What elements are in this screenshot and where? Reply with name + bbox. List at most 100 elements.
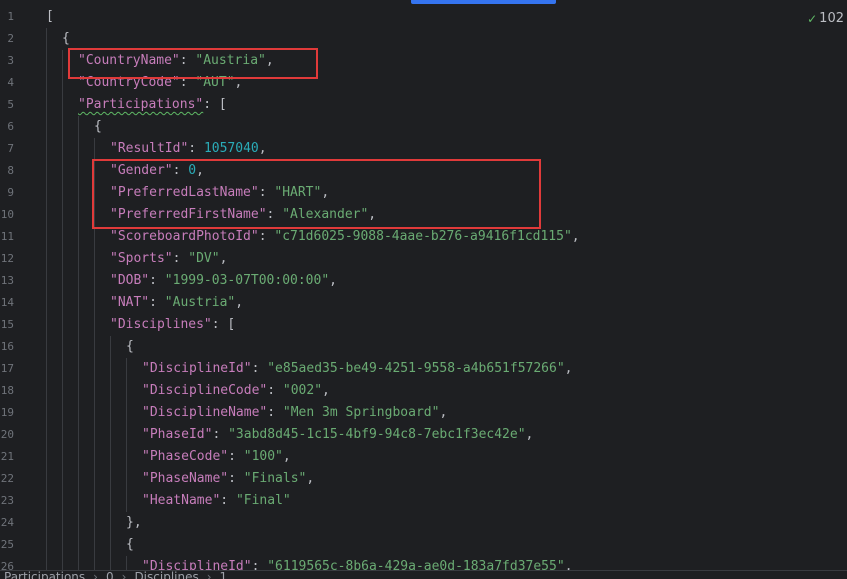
line-content: "DisciplineCode": "002", — [142, 380, 330, 402]
indent-guide — [78, 468, 79, 490]
indent-guide — [62, 402, 63, 424]
json-key: "ScoreboardPhotoId" — [110, 229, 259, 244]
code-line[interactable]: [ — [0, 6, 847, 28]
json-punctuation: , — [329, 273, 337, 288]
code-line[interactable]: "Participations": [ — [0, 94, 847, 116]
code-line[interactable]: { — [0, 534, 847, 556]
highlight-box-country — [68, 48, 318, 79]
line-content: "PhaseId": "3abd8d45-1c15-4bf9-94c8-7ebc… — [142, 424, 533, 446]
code-line[interactable]: { — [0, 336, 847, 358]
indent-guide — [126, 468, 127, 490]
code-area[interactable]: [{"CountryName": "Austria", "CountryCode"… — [0, 6, 847, 578]
line-content: [ — [46, 6, 54, 28]
code-line[interactable]: { — [0, 28, 847, 50]
indent-guide — [78, 358, 79, 380]
line-content: "ScoreboardPhotoId": "c71d6025-9088-4aae… — [110, 226, 580, 248]
code-line[interactable]: "HeatName": "Final" — [0, 490, 847, 512]
json-value: "Final" — [235, 493, 291, 508]
code-line[interactable]: "DOB": "1999-03-07T00:00:00", — [0, 270, 847, 292]
indent-guide — [62, 116, 63, 138]
indent-guide — [46, 28, 47, 50]
json-key: "ResultId" — [110, 141, 189, 156]
json-editor[interactable]: ✓ 102 1 2 3 4 5 6 7 8 9 10 11 12 13 14 15 16 17 18 19 20 21 2… — [0, 0, 847, 579]
code-line[interactable]: "DisciplineId": "e85aed35-be49-4251-9558… — [0, 358, 847, 380]
code-line[interactable]: "Sports": "DV", — [0, 248, 847, 270]
indent-guide — [78, 270, 79, 292]
code-line[interactable]: "NAT": "Austria", — [0, 292, 847, 314]
code-line[interactable]: "DisciplineName": "Men 3m Springboard", — [0, 402, 847, 424]
indent-guide — [78, 380, 79, 402]
horizontal-scrollbar-thumb[interactable] — [411, 0, 556, 4]
line-content: "DOB": "1999-03-07T00:00:00", — [110, 270, 337, 292]
indent-guide — [62, 292, 63, 314]
line-content: "ResultId": 1057040, — [110, 138, 267, 160]
line-content: { — [126, 534, 134, 556]
indent-guide — [46, 226, 47, 248]
indent-guide — [110, 490, 111, 512]
indent-guide — [78, 226, 79, 248]
code-line[interactable]: "Disciplines": [ — [0, 314, 847, 336]
indent-guide — [46, 292, 47, 314]
breadcrumb-item[interactable]: Disciplines — [134, 571, 198, 579]
code-line[interactable]: "PhaseName": "Finals", — [0, 468, 847, 490]
json-separator: : — [251, 361, 268, 376]
indent-guide — [78, 160, 79, 182]
breadcrumb-separator: › — [206, 570, 212, 579]
code-line[interactable]: }, — [0, 512, 847, 534]
indent-guide — [46, 160, 47, 182]
indent-guide — [110, 358, 111, 380]
indent-guide — [78, 248, 79, 270]
indent-guide — [46, 182, 47, 204]
json-value: "Austria" — [164, 295, 236, 310]
indent-guide — [110, 468, 111, 490]
json-separator: : — [172, 251, 189, 266]
json-punctuation: , — [219, 251, 228, 266]
indent-guide — [46, 380, 47, 402]
indent-guide — [78, 182, 79, 204]
json-punctuation: [ — [218, 97, 227, 112]
json-separator: : — [188, 141, 204, 156]
line-content: { — [126, 336, 134, 358]
indent-guide — [94, 380, 95, 402]
breadcrumb-item[interactable]: 0 — [106, 571, 114, 579]
json-separator: : — [203, 97, 219, 112]
indent-guide — [78, 314, 79, 336]
indent-guide — [78, 116, 79, 138]
code-line[interactable]: "DisciplineCode": "002", — [0, 380, 847, 402]
json-key: "PhaseId" — [142, 427, 213, 442]
code-line[interactable]: "PhaseCode": "100", — [0, 446, 847, 468]
json-punctuation: { — [62, 31, 70, 46]
indent-guide — [46, 534, 47, 556]
indent-guide — [126, 424, 127, 446]
indent-guide — [110, 512, 111, 534]
indent-guide — [62, 358, 63, 380]
json-punctuation: [ — [227, 317, 236, 332]
json-key: "Sports" — [110, 251, 173, 266]
indent-guide — [110, 402, 111, 424]
indent-guide — [126, 380, 127, 402]
breadcrumb-item[interactable]: 1 — [220, 571, 228, 579]
indent-guide — [110, 534, 111, 556]
breadcrumb-separator: › — [93, 570, 98, 579]
breadcrumb-item[interactable]: Participations — [4, 571, 85, 579]
code-line[interactable]: "ScoreboardPhotoId": "c71d6025-9088-4aae… — [0, 226, 847, 248]
code-line[interactable]: "PhaseId": "3abd8d45-1c15-4bf9-94c8-7ebc… — [0, 424, 847, 446]
line-content: "Sports": "DV", — [110, 248, 227, 270]
json-key: "DisciplineName" — [142, 405, 268, 420]
indent-guide — [78, 424, 79, 446]
json-key: "HeatName" — [142, 493, 221, 508]
indent-guide — [94, 358, 95, 380]
indent-guide — [46, 204, 47, 226]
json-punctuation: , — [258, 141, 267, 156]
indent-guide — [126, 446, 127, 468]
json-separator: : — [149, 273, 165, 288]
code-line[interactable]: "ResultId": 1057040, — [0, 138, 847, 160]
json-value: "3abd8d45-1c15-4bf9-94c8-7ebc1f3ec42e" — [228, 427, 526, 442]
indent-guide — [94, 226, 95, 248]
json-key: "DisciplineId" — [142, 361, 252, 376]
indent-guide — [110, 336, 111, 358]
indent-guide — [94, 248, 95, 270]
code-line[interactable]: { — [0, 116, 847, 138]
indent-guide — [62, 204, 63, 226]
json-punctuation: , — [571, 229, 580, 244]
